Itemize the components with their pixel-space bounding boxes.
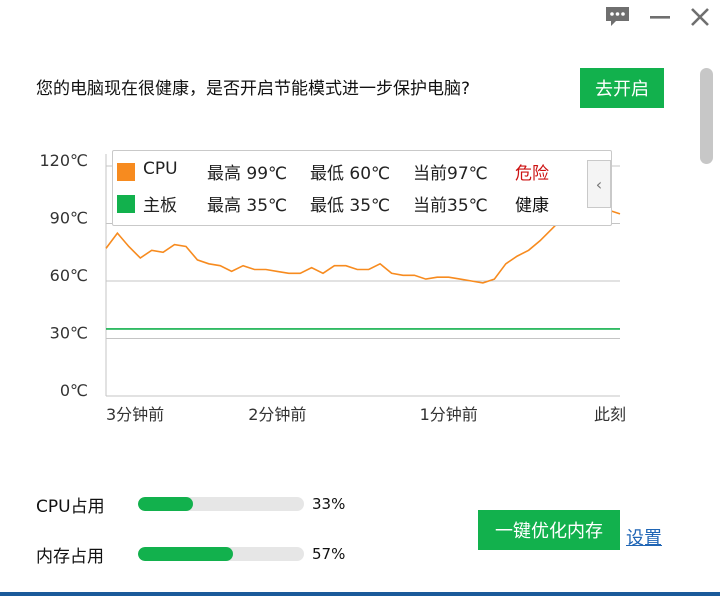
legend-max-board: 最高 35℃ xyxy=(207,196,288,216)
y-tick-label: 120℃ xyxy=(39,151,88,170)
memory-usage-label: 内存占用 xyxy=(36,547,104,567)
bottom-border xyxy=(0,592,720,596)
x-tick-label: 1分钟前 xyxy=(420,405,478,424)
settings-link[interactable]: 设置 xyxy=(626,524,662,550)
cpu-usage-label: CPU占用 xyxy=(36,497,105,517)
legend-row-cpu: CPU 最高 99℃ 最低 60℃ 当前97℃ 危险 xyxy=(113,157,611,187)
y-tick-label: 30℃ xyxy=(50,324,88,343)
legend-max-cpu: 最高 99℃ xyxy=(207,164,288,184)
x-tick-label: 此刻 xyxy=(594,405,626,424)
title-bar xyxy=(0,0,720,36)
legend-min-board: 最低 35℃ xyxy=(310,196,391,216)
y-tick-label: 60℃ xyxy=(50,266,88,285)
x-tick-label: 3分钟前 xyxy=(106,405,164,424)
y-tick-label: 90℃ xyxy=(50,209,88,228)
memory-usage-bar xyxy=(138,547,304,561)
memory-usage-percent: 57% xyxy=(312,545,346,563)
scrollbar-thumb[interactable] xyxy=(700,68,713,164)
close-icon[interactable] xyxy=(686,4,714,30)
legend-swatch-cpu xyxy=(117,163,135,181)
minimize-icon[interactable] xyxy=(646,4,674,30)
memory-usage-fill xyxy=(138,547,233,561)
legend-current-board: 当前35℃ xyxy=(413,196,488,216)
y-tick-label: 0℃ xyxy=(60,381,88,400)
legend-min-cpu: 最低 60℃ xyxy=(310,164,391,184)
power-saving-prompt: 您的电脑现在很健康，是否开启节能模式进一步保护电脑? xyxy=(36,79,471,99)
legend-current-cpu: 当前97℃ xyxy=(413,164,488,184)
feedback-icon[interactable] xyxy=(604,4,632,30)
enable-power-saving-button[interactable]: 去开启 xyxy=(580,68,664,108)
legend-status-board: 健康 xyxy=(515,196,549,216)
legend-row-board: 主板 最高 35℃ 最低 35℃ 当前35℃ 健康 xyxy=(113,189,611,219)
optimize-memory-button[interactable]: 一键优化内存 xyxy=(478,510,620,550)
legend-name-board: 主板 xyxy=(143,196,177,216)
chart-legend: CPU 最高 99℃ 最低 60℃ 当前97℃ 危险 主板 最高 35℃ 最低 … xyxy=(112,150,612,226)
x-tick-label: 2分钟前 xyxy=(248,405,306,424)
cpu-usage-percent: 33% xyxy=(312,495,346,513)
cpu-usage-fill xyxy=(138,497,193,511)
legend-name-cpu: CPU xyxy=(143,159,178,179)
chevron-left-icon[interactable]: ‹ xyxy=(587,160,611,208)
legend-status-cpu: 危险 xyxy=(515,164,549,184)
legend-swatch-board xyxy=(117,195,135,213)
cpu-usage-bar xyxy=(138,497,304,511)
